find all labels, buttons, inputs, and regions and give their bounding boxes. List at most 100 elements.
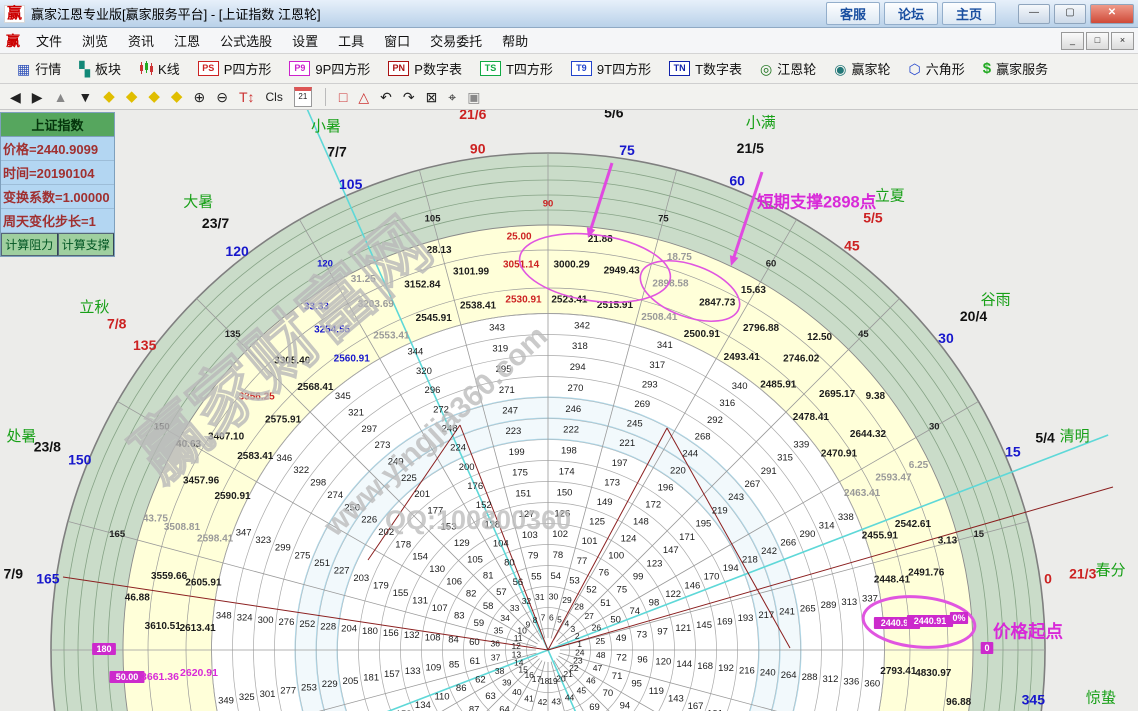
- toolbar-winner-service[interactable]: $ 赢家服务: [974, 59, 1057, 78]
- mdi-close-button[interactable]: ×: [1111, 32, 1134, 50]
- center-mark-icon[interactable]: ⌖: [448, 87, 456, 107]
- diamond-left-icon[interactable]: ◆: [103, 87, 115, 107]
- svg-text:3101.99: 3101.99: [453, 266, 490, 277]
- svg-text:95: 95: [631, 679, 642, 690]
- toolbar-sectors[interactable]: ▚ 板块: [70, 59, 130, 78]
- customer-service-button[interactable]: 客服: [826, 2, 880, 25]
- svg-text:223: 223: [505, 426, 521, 437]
- svg-text:61: 61: [470, 656, 481, 667]
- t-square-icon: TS: [480, 61, 501, 76]
- menu-window[interactable]: 窗口: [374, 29, 420, 52]
- svg-text:85: 85: [449, 659, 460, 670]
- blocks-icon: ▚: [79, 62, 90, 76]
- svg-text:313: 313: [841, 597, 857, 608]
- triangle-tool-icon[interactable]: △: [358, 87, 369, 107]
- calc-support-button[interactable]: 计算支撑: [58, 233, 115, 256]
- menu-help[interactable]: 帮助: [492, 29, 538, 52]
- minimize-button[interactable]: —: [1018, 4, 1050, 24]
- svg-text:0: 0: [1044, 570, 1052, 586]
- svg-text:63: 63: [485, 691, 496, 702]
- calc-resistance-button[interactable]: 计算阻力: [1, 233, 58, 256]
- svg-text:2695.17: 2695.17: [819, 389, 856, 400]
- svg-text:75: 75: [617, 585, 628, 596]
- calendar-icon[interactable]: 21: [294, 87, 312, 107]
- restore-button[interactable]: ▢: [1054, 4, 1086, 24]
- menu-gann[interactable]: 江恩: [164, 29, 210, 52]
- svg-text:105: 105: [339, 176, 363, 192]
- menu-settings[interactable]: 设置: [282, 29, 328, 52]
- svg-text:2746.02: 2746.02: [783, 353, 820, 364]
- svg-text:2470.91: 2470.91: [821, 448, 858, 459]
- svg-text:78: 78: [553, 550, 564, 561]
- toolbar-t-square[interactable]: TS T四方形: [471, 59, 562, 78]
- svg-text:148: 148: [633, 517, 649, 528]
- rotate-cw-icon[interactable]: ↷: [403, 87, 415, 107]
- diamond-down-icon[interactable]: ◆: [171, 87, 183, 107]
- toolbar-winner-wheel[interactable]: ◉ 赢家轮: [825, 59, 899, 78]
- svg-text:247: 247: [502, 405, 518, 416]
- svg-text:2: 2: [575, 631, 580, 641]
- zoom-in-icon[interactable]: ⊕: [193, 87, 205, 107]
- svg-text:2593.47: 2593.47: [875, 472, 912, 483]
- svg-text:105: 105: [425, 214, 442, 225]
- rotate-ccw-icon[interactable]: ↶: [380, 87, 392, 107]
- svg-text:2553.41: 2553.41: [373, 331, 410, 342]
- diamond-up-icon[interactable]: ◆: [148, 87, 160, 107]
- svg-text:192: 192: [718, 663, 734, 674]
- menu-tools[interactable]: 工具: [328, 29, 374, 52]
- p-square-icon: PS: [198, 61, 219, 76]
- forum-button[interactable]: 论坛: [884, 2, 938, 25]
- svg-text:101: 101: [582, 536, 598, 547]
- svg-text:264: 264: [781, 670, 797, 681]
- homepage-button[interactable]: 主页: [942, 2, 996, 25]
- gann-wheel-canvas[interactable]: 1234567891011121314151617181920212223242…: [0, 110, 1138, 711]
- svg-text:94: 94: [620, 700, 631, 711]
- svg-text:219: 219: [712, 505, 728, 516]
- toolbar-hexagon[interactable]: ⬡ 六角形: [900, 59, 974, 78]
- prev-arrow-icon[interactable]: ◀: [10, 87, 21, 107]
- nine-p-square-icon: P9: [289, 61, 310, 76]
- svg-text:107: 107: [432, 603, 448, 614]
- flag-up-icon[interactable]: ▲: [54, 87, 68, 107]
- menu-news[interactable]: 资讯: [118, 29, 164, 52]
- next-arrow-icon[interactable]: ▶: [32, 87, 43, 107]
- mdi-minimize-button[interactable]: _: [1061, 32, 1084, 50]
- svg-text:110: 110: [434, 692, 449, 703]
- svg-text:291: 291: [761, 466, 777, 477]
- svg-text:7/8: 7/8: [107, 316, 127, 332]
- close-button[interactable]: ✕: [1090, 4, 1134, 24]
- zoom-out-icon[interactable]: ⊖: [216, 87, 228, 107]
- toolbar-p-table[interactable]: PN P数字表: [379, 59, 471, 78]
- svg-text:60: 60: [729, 172, 745, 188]
- toolbar-9p-square[interactable]: P9 9P四方形: [280, 59, 379, 78]
- flag-down-icon[interactable]: ▼: [78, 87, 92, 107]
- mdi-restore-button[interactable]: □: [1086, 32, 1109, 50]
- menu-file[interactable]: 文件: [26, 29, 72, 52]
- clear-tool-icon[interactable]: ▣: [467, 87, 480, 107]
- svg-text:217: 217: [758, 610, 774, 621]
- toolbar-item-label: 赢家服务: [996, 59, 1048, 78]
- menu-trade[interactable]: 交易委托: [420, 29, 492, 52]
- svg-text:344: 344: [407, 347, 423, 358]
- toolbar-gann-wheel[interactable]: ◎ 江恩轮: [751, 59, 825, 78]
- svg-text:348: 348: [216, 610, 232, 621]
- rect-tool-icon[interactable]: □: [339, 87, 347, 107]
- svg-text:178: 178: [395, 539, 411, 550]
- toolbar-t-table[interactable]: TN T数字表: [660, 59, 751, 78]
- toolbar-item-label: 行情: [35, 59, 61, 78]
- toolbar-9t-square[interactable]: T9 9T四方形: [562, 59, 660, 78]
- toolbar-quotes[interactable]: ▦ 行情: [8, 59, 70, 78]
- svg-text:15: 15: [1005, 443, 1021, 459]
- toolbar-kline[interactable]: K线: [130, 59, 189, 78]
- toolbar-p-square[interactable]: PS P四方形: [189, 59, 281, 78]
- svg-text:360: 360: [864, 679, 880, 690]
- time-shift-icon[interactable]: T↕: [239, 87, 255, 107]
- svg-text:45: 45: [844, 237, 860, 253]
- diamond-right-icon[interactable]: ◆: [126, 87, 138, 107]
- menu-formula-stock-pick[interactable]: 公式选股: [210, 29, 282, 52]
- menu-browse[interactable]: 浏览: [72, 29, 118, 52]
- delete-box-icon[interactable]: ⊠: [426, 87, 438, 107]
- app-logo-icon: 赢: [4, 5, 25, 23]
- price-field: 价格=2440.9099: [1, 137, 114, 161]
- cls-button[interactable]: Cls: [266, 87, 283, 107]
